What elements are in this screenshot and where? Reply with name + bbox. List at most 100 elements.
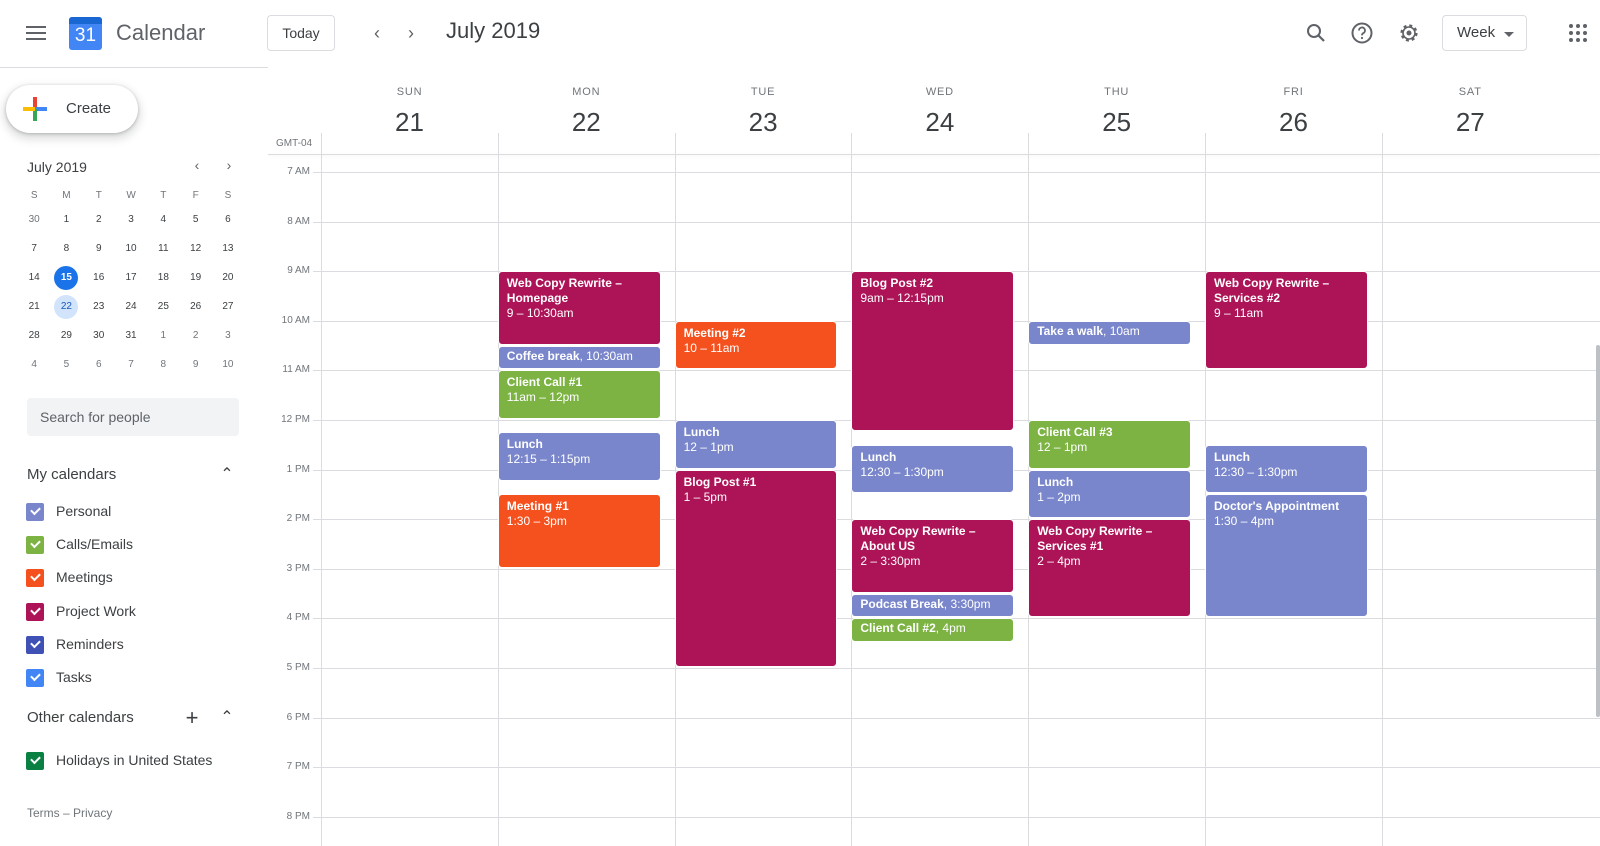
hour-gridline [313,668,1600,669]
hour-label: 12 PM [281,414,310,425]
mini-day[interactable]: 3 [115,208,147,237]
mini-day[interactable]: 10 [212,353,244,382]
mini-day-selected[interactable]: 22 [50,295,82,324]
mini-day[interactable]: 5 [50,353,82,382]
vertical-scrollbar[interactable] [1596,345,1600,717]
mini-day[interactable]: 19 [179,266,211,295]
today-button[interactable]: Today [267,15,335,51]
day-number[interactable]: 27 [1380,107,1561,138]
event-coffee-break[interactable]: Coffee break, 10:30am [497,345,661,370]
event-web-copy-rewrite-services-1[interactable]: Web Copy Rewrite – Services #1 2 – 4pm [1028,519,1191,618]
mini-day[interactable]: 20 [212,266,244,295]
mini-day[interactable]: 14 [18,266,50,295]
event-blog-post-2[interactable]: Blog Post #2 9am – 12:15pm [851,271,1015,432]
mini-day-today[interactable]: 15 [50,266,82,295]
mini-day[interactable]: 11 [147,237,179,266]
settings-icon[interactable] [1396,20,1422,46]
mini-calendar-prev-button[interactable]: ‹ [186,154,208,176]
mini-day[interactable]: 4 [18,353,50,382]
event-take-a-walk[interactable]: Take a walk, 10am [1028,320,1191,345]
mini-day[interactable]: 28 [18,324,50,353]
mini-day[interactable]: 2 [179,324,211,353]
event-meeting-1[interactable]: Meeting #1 1:30 – 3pm [497,494,661,568]
event-doctor-s-appointment[interactable]: Doctor's Appointment 1:30 – 4pm [1205,494,1368,618]
mini-day[interactable]: 9 [83,237,115,266]
event-client-call-2[interactable]: Client Call #2, 4pm [851,618,1015,643]
apps-grid-icon[interactable] [1569,24,1587,42]
event-blog-post-1[interactable]: Blog Post #1 1 – 5pm [674,469,838,667]
terms-link[interactable]: Terms [27,806,60,820]
collapse-my-calendars-chevron-up-icon[interactable]: ⌃ [217,464,237,484]
collapse-other-calendars-chevron-up-icon[interactable]: ⌃ [217,707,237,727]
mini-day[interactable]: 2 [83,208,115,237]
checkbox-checked-icon[interactable] [26,635,44,654]
mini-day[interactable]: 24 [115,295,147,324]
day-number[interactable]: 24 [849,107,1030,138]
event-podcast-break[interactable]: Podcast Break, 3:30pm [851,593,1015,618]
search-icon[interactable] [1303,20,1329,46]
create-button[interactable]: Create [6,85,138,133]
day-number[interactable]: 26 [1203,107,1384,138]
mini-day[interactable]: 8 [147,353,179,382]
previous-week-button[interactable]: ‹ [364,20,390,46]
mini-day[interactable]: 18 [147,266,179,295]
day-number[interactable]: 22 [496,107,677,138]
event-lunch[interactable]: Lunch 12 – 1pm [674,420,838,469]
mini-day[interactable]: 4 [147,208,179,237]
next-week-button[interactable]: › [398,20,424,46]
checkbox-checked-icon[interactable] [26,569,44,588]
mini-day[interactable]: 1 [50,208,82,237]
checkbox-checked-icon[interactable] [26,669,44,687]
mini-day[interactable]: 21 [18,295,50,324]
help-icon[interactable] [1349,20,1375,46]
event-web-copy-rewrite-about-us[interactable]: Web Copy Rewrite – About US 2 – 3:30pm [851,519,1015,593]
mini-day[interactable]: 26 [179,295,211,324]
mini-day[interactable]: 12 [179,237,211,266]
event-client-call-1[interactable]: Client Call #1 11am – 12pm [497,370,661,419]
mini-day[interactable]: 7 [115,353,147,382]
event-lunch[interactable]: Lunch 12:30 – 1:30pm [851,444,1015,494]
mini-day[interactable]: 30 [18,208,50,237]
day-number[interactable]: 25 [1026,107,1207,138]
event-client-call-3[interactable]: Client Call #3 12 – 1pm [1028,420,1191,469]
mini-calendar-next-button[interactable]: › [218,154,240,176]
mini-day[interactable]: 5 [179,208,211,237]
mini-day[interactable]: 23 [83,295,115,324]
day-number[interactable]: 21 [319,107,500,138]
mini-day[interactable]: 17 [115,266,147,295]
search-people-input[interactable] [27,398,239,436]
mini-day[interactable]: 13 [212,237,244,266]
checkbox-checked-icon[interactable] [26,503,44,521]
mini-day[interactable]: 9 [179,353,211,382]
mini-day[interactable]: 7 [18,237,50,266]
mini-day[interactable]: 25 [147,295,179,324]
privacy-link[interactable]: Privacy [73,806,112,820]
mini-day[interactable]: 30 [83,324,115,353]
mini-day[interactable]: 8 [50,237,82,266]
add-other-calendar-plus-icon[interactable]: + [182,705,202,731]
event-web-copy-rewrite-homepage[interactable]: Web Copy Rewrite – Homepage 9 – 10:30am [497,271,661,345]
checkbox-checked-icon[interactable] [26,536,44,555]
checkbox-checked-icon[interactable] [26,602,44,621]
event-lunch[interactable]: Lunch 12:30 – 1:30pm [1205,444,1368,494]
day-header-mon: MON 22 [496,86,677,138]
event-meeting-2[interactable]: Meeting #2 10 – 11am [674,320,838,370]
mini-day[interactable]: 3 [212,324,244,353]
mini-day[interactable]: 31 [115,324,147,353]
event-separator: , [1103,323,1110,338]
mini-day[interactable]: 29 [50,324,82,353]
event-web-copy-rewrite-services-2[interactable]: Web Copy Rewrite – Services #2 9 – 11am [1205,271,1368,370]
mini-day[interactable]: 16 [83,266,115,295]
mini-day[interactable]: 1 [147,324,179,353]
view-selector[interactable]: Week [1442,15,1527,51]
menu-icon[interactable] [26,26,46,40]
event-lunch[interactable]: Lunch 12:15 – 1:15pm [497,432,661,481]
mini-day[interactable]: 6 [212,208,244,237]
mini-day[interactable]: 10 [115,237,147,266]
event-lunch[interactable]: Lunch 1 – 2pm [1028,469,1191,519]
mini-day-number: 4 [160,214,167,225]
checkbox-checked-icon[interactable] [26,752,44,770]
mini-day[interactable]: 27 [212,295,244,324]
mini-day[interactable]: 6 [83,353,115,382]
day-number[interactable]: 23 [673,107,854,138]
